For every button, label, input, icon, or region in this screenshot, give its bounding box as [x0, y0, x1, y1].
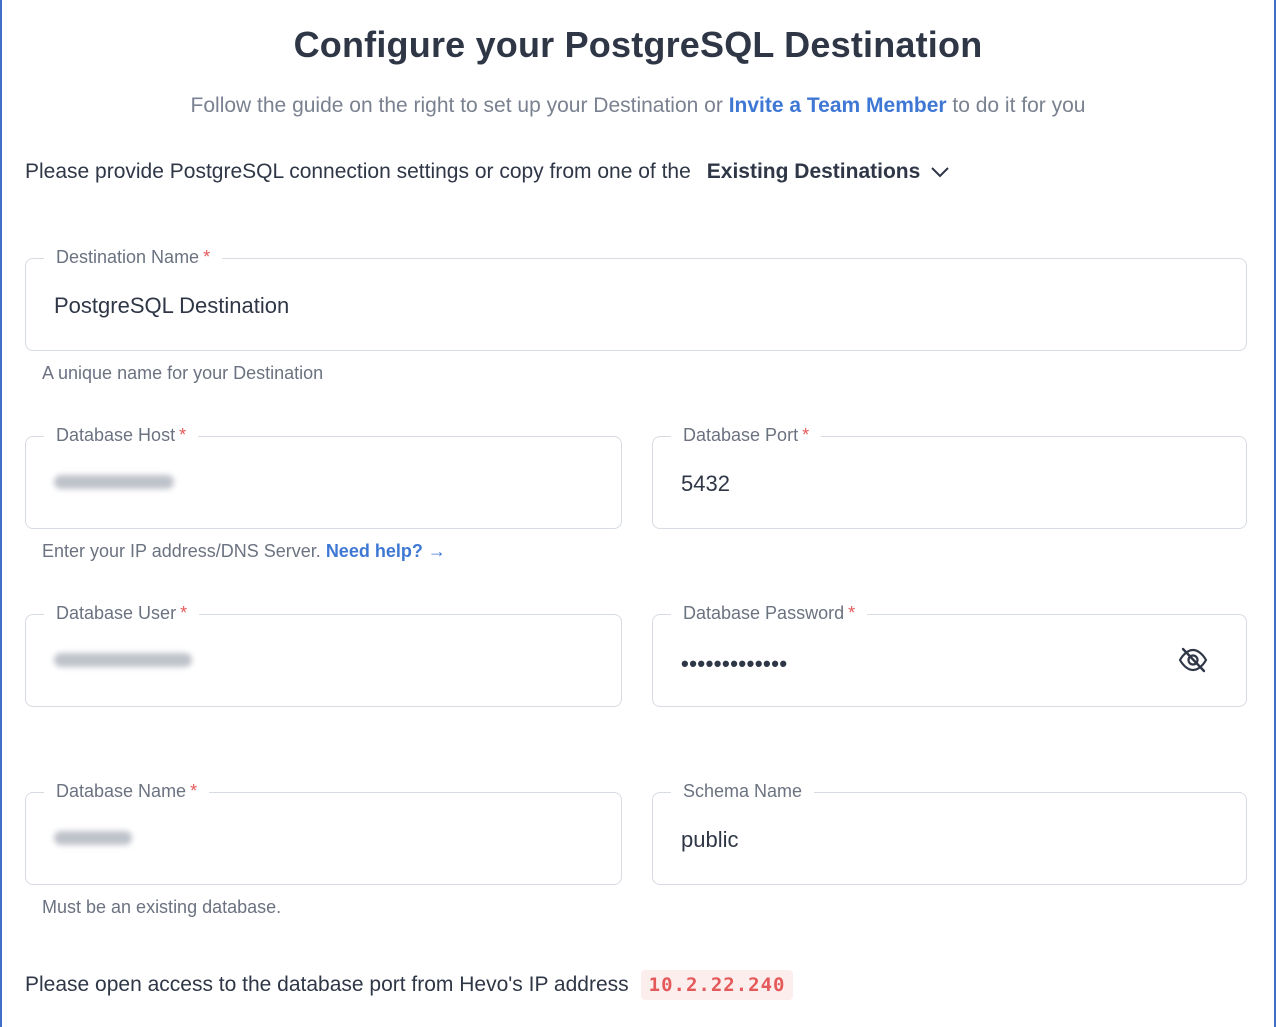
database-name-label: Database Name *	[44, 781, 210, 802]
database-password-label: Database Password *	[671, 603, 868, 624]
required-marker: *	[203, 247, 211, 267]
provide-settings-text: Please provide PostgreSQL connection set…	[25, 160, 691, 183]
need-help-link[interactable]: Need help? →	[326, 541, 446, 561]
schema-name-field[interactable]: Schema Name public	[652, 781, 1247, 885]
required-marker: *	[802, 425, 810, 445]
database-host-field[interactable]: Database Host *	[25, 425, 622, 529]
database-host-hint: Enter your IP address/DNS Server. Need h…	[42, 541, 446, 561]
subtitle-text-before: Follow the guide on the right to set up …	[190, 94, 729, 117]
destination-name-field[interactable]: Destination Name * PostgreSQL Destination	[25, 247, 1247, 351]
database-name-input-redacted[interactable]	[54, 831, 132, 845]
destination-name-input[interactable]: PostgreSQL Destination	[54, 293, 289, 319]
required-marker: *	[179, 425, 187, 445]
subtitle-text-after: to do it for you	[946, 94, 1086, 117]
ip-access-note: Please open access to the database port …	[25, 970, 794, 1000]
provide-settings-row: Please provide PostgreSQL connection set…	[25, 160, 950, 184]
existing-destinations-label: Existing Destinations	[706, 160, 921, 183]
page-title: Configure your PostgreSQL Destination	[293, 24, 983, 65]
database-host-input-redacted[interactable]	[54, 475, 174, 489]
database-port-input[interactable]: 5432	[681, 471, 730, 497]
database-password-input[interactable]: •••••••••••••	[681, 651, 788, 677]
database-user-input-redacted[interactable]	[54, 653, 192, 667]
destination-name-hint: A unique name for your Destination	[42, 363, 324, 383]
hevo-ip-address: 10.2.22.240	[640, 970, 794, 1000]
page-subtitle: Follow the guide on the right to set up …	[2, 94, 1274, 118]
eye-slash-icon[interactable]	[1178, 646, 1208, 674]
invite-team-member-link[interactable]: Invite a Team Member	[729, 94, 947, 117]
schema-name-input[interactable]: public	[681, 827, 738, 853]
database-port-field[interactable]: Database Port * 5432	[652, 425, 1247, 529]
database-user-label: Database User *	[44, 603, 200, 624]
database-user-field[interactable]: Database User *	[25, 603, 622, 707]
existing-destinations-dropdown[interactable]: Existing Destinations	[707, 160, 951, 184]
destination-name-label: Destination Name *	[44, 247, 223, 268]
required-marker: *	[848, 603, 856, 623]
database-port-label: Database Port *	[671, 425, 822, 446]
schema-name-label: Schema Name	[671, 781, 815, 802]
chevron-down-icon	[931, 167, 950, 178]
database-host-label: Database Host *	[44, 425, 199, 446]
required-marker: *	[180, 603, 188, 623]
destination-config-page: Configure your PostgreSQL Destination Fo…	[2, 0, 1274, 1027]
ip-access-text: Please open access to the database port …	[25, 973, 629, 996]
database-name-field[interactable]: Database Name *	[25, 781, 622, 885]
database-password-field[interactable]: Database Password * •••••••••••••	[652, 603, 1247, 707]
database-name-hint: Must be an existing database.	[42, 897, 282, 917]
required-marker: *	[190, 781, 198, 801]
